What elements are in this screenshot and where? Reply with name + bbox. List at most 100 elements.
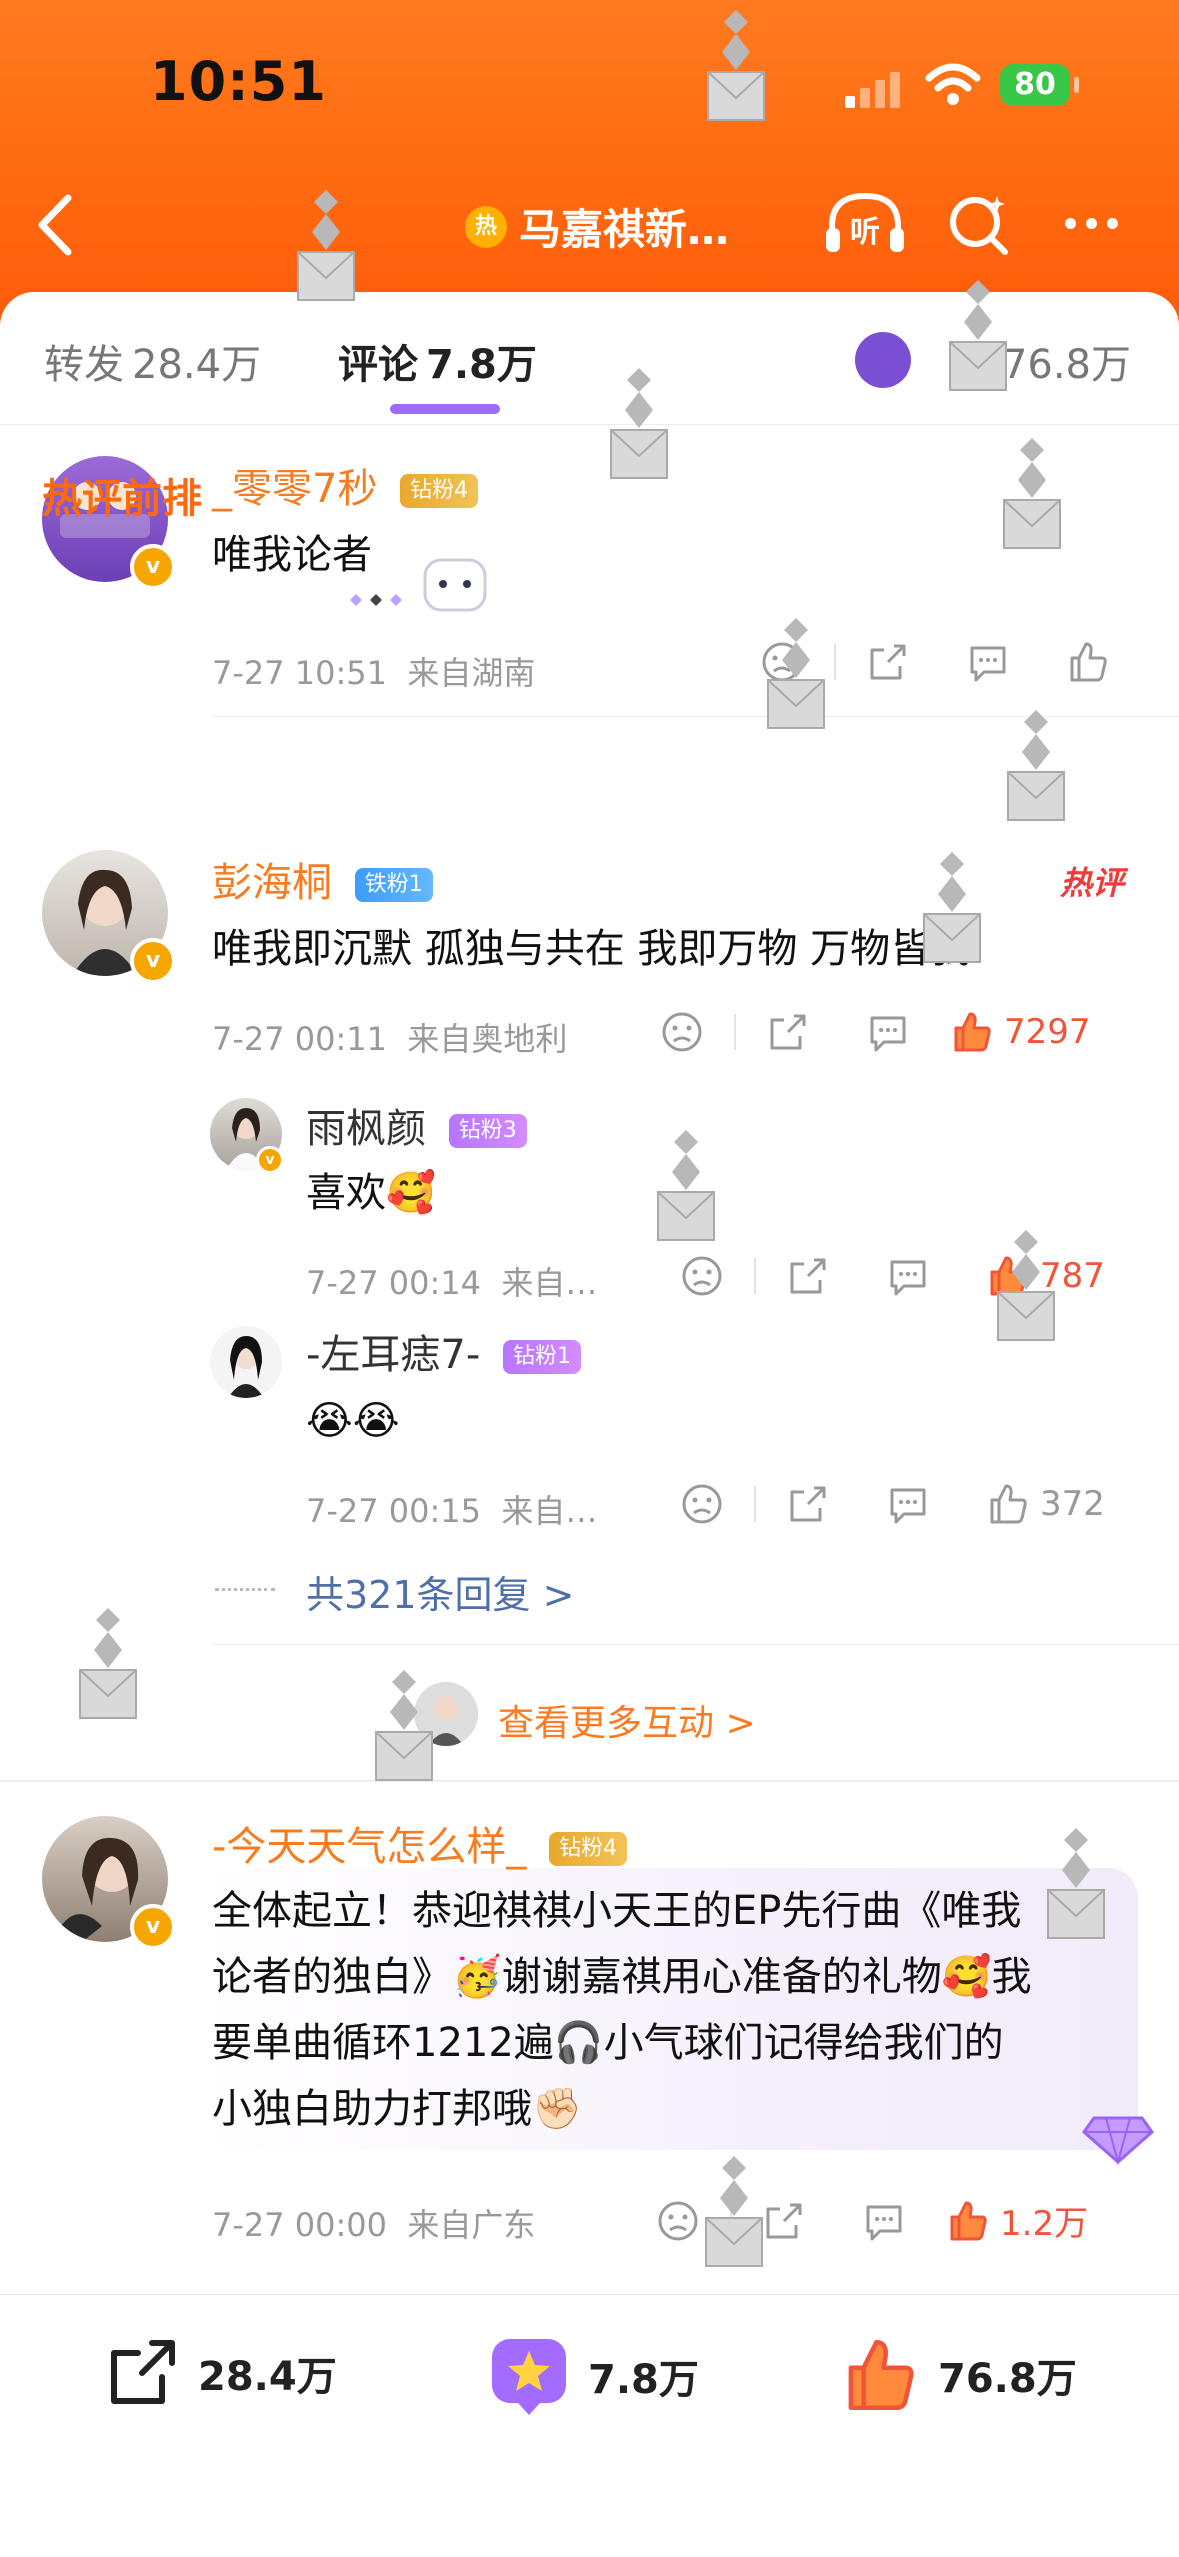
nav-title[interactable]: 热 马嘉祺新… — [465, 196, 729, 257]
comment-line: 要单曲循环1212遍🎧小气球们记得给我们的 — [212, 2020, 1004, 2066]
like-avatar — [855, 332, 911, 388]
diamond-icon — [1081, 2116, 1155, 2166]
see-more-interactions[interactable]: 查看更多互动 > — [498, 1694, 756, 1746]
star-comment-icon — [492, 2339, 566, 2415]
username-text: 彭海桐 — [212, 860, 332, 906]
verified-icon: v — [130, 544, 176, 590]
bottom-like-count: 76.8万 — [938, 2356, 1077, 2402]
username-text: _零零7秒 — [212, 466, 378, 512]
envelope-sticker-icon — [767, 618, 825, 729]
bottom-repost-button[interactable]: 28.4万 — [104, 2335, 337, 2411]
avatar[interactable] — [210, 1326, 282, 1398]
share-icon[interactable] — [766, 1010, 810, 1054]
back-icon[interactable] — [30, 190, 80, 260]
hot-comment-tag: 热评 — [1060, 864, 1125, 902]
envelope-sticker-icon — [997, 1230, 1055, 1341]
comment-time: 7-27 00:11 — [212, 1020, 388, 1058]
like-count: 372 — [1040, 1484, 1105, 1524]
bottom-action-bar: 28.4万 7.8万 76.8万 — [0, 2294, 1179, 2557]
nav-title-text: 马嘉祺新… — [519, 205, 730, 254]
envelope-sticker-icon — [1003, 438, 1061, 549]
like-count: 1.2万 — [1000, 2204, 1089, 2244]
reply-username[interactable]: 雨枫颜 钻粉3 — [306, 1096, 527, 1154]
comment-actions: 7297 — [660, 1010, 1091, 1054]
envelope-sticker-icon — [923, 852, 981, 963]
username[interactable]: -今天天气怎么样_ 钻粉4 — [212, 1814, 628, 1872]
avatar-image — [228, 1336, 264, 1398]
comment-line: 全体起立！恭迎祺祺小天王的EP先行曲《唯我 — [212, 1888, 1022, 1934]
tab-comment[interactable]: 评论 7.8万 — [338, 332, 537, 390]
share-icon[interactable] — [786, 1482, 830, 1526]
bottom-like-button[interactable]: 76.8万 — [840, 2335, 1077, 2415]
reply-username[interactable]: -左耳痣7- 钻粉1 — [306, 1322, 582, 1380]
fan-badge: 钻粉4 — [549, 1832, 628, 1866]
section-divider — [0, 1780, 1179, 1782]
reply-location: 来自… — [501, 1492, 598, 1530]
dislike-icon[interactable] — [660, 1010, 704, 1054]
envelope-sticker-icon — [707, 10, 765, 121]
reply-time: 7-27 00:15 — [306, 1492, 482, 1530]
replies-dots — [215, 1588, 275, 1595]
comment-time: 7-27 00:00 — [212, 2206, 388, 2244]
tab-comment-count: 7.8万 — [426, 342, 537, 388]
tab-repost-label: 转发 — [44, 342, 124, 388]
reply-icon[interactable] — [886, 1482, 930, 1526]
like-icon-active[interactable] — [950, 1010, 994, 1054]
tab-repost[interactable]: 转发 28.4万 — [44, 332, 261, 390]
comment-line: 小独白助力打邦哦✊🏻 — [212, 2086, 582, 2132]
envelope-sticker-icon — [297, 190, 355, 301]
more-options-icon[interactable] — [1065, 214, 1128, 233]
search-icon[interactable] — [945, 190, 1015, 260]
like-count: 7297 — [1004, 1012, 1091, 1052]
reply-icon[interactable] — [886, 1254, 930, 1298]
active-tab-indicator — [390, 404, 500, 414]
comment-text: 唯我即沉默 孤独与共在 我即万物 万物皆我 — [212, 926, 971, 972]
reply-actions: 372 — [680, 1482, 1105, 1526]
comment-location: 来自奥地利 — [407, 1020, 568, 1058]
envelope-sticker-icon — [79, 1608, 137, 1719]
bottom-comment-button[interactable]: 7.8万 — [488, 2335, 699, 2417]
username-text: -今天天气怎么样_ — [212, 1824, 527, 1870]
tab-like-count: 76.8万 — [1001, 342, 1131, 388]
reply-username-text: 雨枫颜 — [306, 1106, 426, 1152]
listen-text: 听 — [850, 215, 880, 250]
listen-icon[interactable]: 听 — [822, 188, 908, 260]
dislike-icon[interactable] — [680, 1254, 724, 1298]
dislike-icon[interactable] — [656, 2199, 700, 2243]
comment-line: 论者的独白》🥳谢谢嘉祺用心准备的礼物🥰我 — [212, 1954, 1032, 2000]
comment-time: 7-27 10:51 — [212, 654, 388, 692]
like-icon-active — [848, 2340, 914, 2410]
comment-text: 全体起立！恭迎祺祺小天王的EP先行曲《唯我 论者的独白》🥳谢谢嘉祺用心准备的礼物… — [212, 1878, 1032, 2142]
reply-icon[interactable] — [866, 1010, 910, 1054]
dislike-icon[interactable] — [680, 1482, 724, 1526]
username[interactable]: _零零7秒 钻粉4 — [212, 456, 479, 514]
more-replies-link[interactable]: 共321条回复 > — [306, 1564, 574, 1619]
reply-time: 7-27 00:14 — [306, 1264, 482, 1302]
fan-badge: 钻粉3 — [448, 1114, 527, 1148]
reply-icon[interactable] — [862, 2199, 906, 2243]
share-icon[interactable] — [866, 640, 910, 684]
like-icon[interactable] — [986, 1482, 1030, 1526]
verified-icon: v — [130, 938, 176, 984]
username[interactable]: 彭海桐 铁粉1 — [212, 850, 433, 908]
verified-icon: v — [256, 1146, 284, 1174]
divider — [212, 1644, 1179, 1645]
envelope-sticker-icon — [705, 2156, 763, 2267]
comment-meta: 7-27 00:11 来自奥地利 — [212, 1014, 567, 1060]
reply-location: 来自… — [501, 1264, 598, 1302]
verified-icon: v — [130, 1904, 176, 1950]
reply-meta: 7-27 00:15 来自… — [306, 1486, 597, 1532]
envelope-sticker-icon — [375, 1670, 433, 1781]
comment-location: 来自湖南 — [407, 654, 536, 692]
bottom-repost-count: 28.4万 — [198, 2354, 337, 2400]
fan-badge: 铁粉1 — [354, 868, 433, 902]
bunny-sticker-icon — [350, 558, 487, 612]
reply-meta: 7-27 00:14 来自… — [306, 1258, 597, 1304]
fan-badge: 钻粉1 — [503, 1340, 582, 1374]
like-icon-active[interactable] — [946, 2199, 990, 2243]
envelope-sticker-icon — [610, 368, 668, 479]
comment-meta: 7-27 10:51 来自湖南 — [212, 648, 535, 694]
share-icon[interactable] — [786, 1254, 830, 1298]
like-icon[interactable] — [1066, 640, 1110, 684]
reply-icon[interactable] — [966, 640, 1010, 684]
